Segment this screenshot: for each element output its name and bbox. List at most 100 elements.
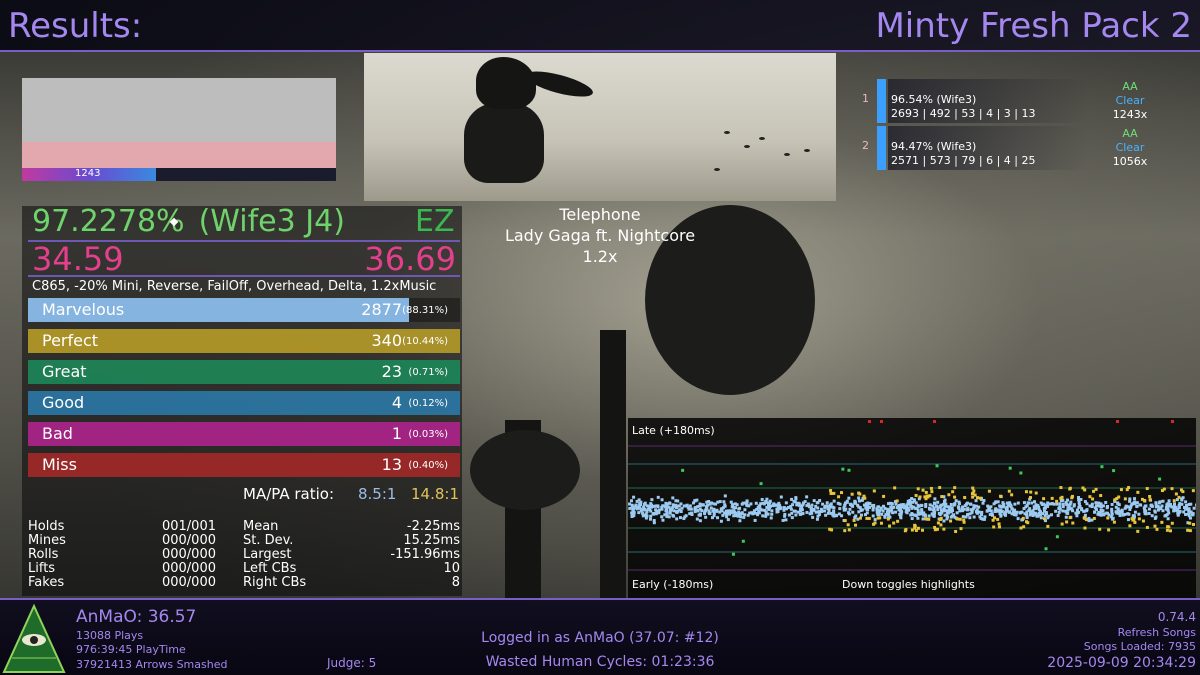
offset-point [949, 515, 953, 519]
offset-point [765, 501, 769, 505]
offset-point [1162, 487, 1166, 491]
offset-point [963, 504, 967, 508]
offset-point [731, 509, 735, 513]
offset-point [825, 501, 829, 505]
offset-point [1061, 505, 1065, 509]
judgment-count: 13 [381, 455, 402, 474]
offset-point [743, 508, 747, 512]
offset-point [1046, 501, 1050, 505]
offset-point [649, 502, 653, 506]
offset-point [760, 498, 764, 502]
offset-point [993, 516, 997, 520]
offset-point [698, 513, 702, 517]
telephone-mouthpiece [470, 430, 580, 510]
offset-point [997, 525, 1001, 529]
offset-point [637, 506, 641, 510]
stat-label: Mines [28, 533, 66, 548]
offset-point [661, 504, 665, 508]
banner-bird [744, 145, 750, 148]
offset-point [962, 520, 966, 524]
offset-point [710, 516, 714, 520]
offset-point [918, 512, 922, 516]
offset-point [815, 517, 819, 521]
offset-point [1116, 508, 1120, 512]
offset-point [718, 500, 722, 504]
offset-point [761, 514, 765, 518]
offset-point [1116, 501, 1120, 505]
offset-point [1059, 486, 1063, 490]
offset-plot-graphic [628, 420, 1199, 571]
offset-point [1123, 506, 1127, 510]
offset-point [959, 527, 963, 531]
offset-point [1019, 526, 1023, 530]
offset-point [928, 507, 932, 511]
offset-point [671, 513, 675, 517]
avatar[interactable] [2, 604, 66, 674]
offset-point [886, 502, 890, 506]
offset-point [1040, 502, 1044, 506]
offset-point [1027, 508, 1031, 512]
offset-point [794, 496, 798, 500]
offset-point [703, 510, 707, 514]
judgment-row-bad: Bad 1 (0.03%) [28, 422, 460, 446]
judge-level: Judge: 5 [327, 656, 377, 670]
offset-point [1167, 499, 1171, 503]
refresh-songs-button[interactable]: Refresh Songs [1118, 626, 1196, 639]
offset-point [1025, 513, 1029, 517]
offset-point [668, 511, 672, 515]
offset-point [736, 513, 740, 517]
offset-point [871, 514, 875, 518]
offset-point [840, 514, 844, 518]
offset-point [920, 508, 924, 512]
offset-point [674, 506, 678, 510]
score-percent: 96.54% (Wife3) [891, 93, 977, 106]
offset-point [668, 509, 672, 513]
offset-point [859, 508, 863, 512]
offset-point [681, 468, 685, 472]
offset-point [1191, 522, 1195, 526]
offset-point [740, 502, 744, 506]
offset-plot[interactable]: Late (+180ms) Early (-180ms) Down toggle… [628, 418, 1199, 598]
offset-point [776, 509, 780, 513]
offset-point [1128, 499, 1132, 503]
ssr-rating: 36.69 [364, 240, 456, 278]
offset-point [1068, 506, 1072, 510]
offset-point [1042, 497, 1046, 501]
offset-point [1042, 506, 1046, 510]
offset-point [932, 511, 936, 515]
score-entry[interactable]: 1 96.54% (Wife3) 2693 | 492 | 53 | 4 | 3… [862, 79, 1162, 123]
offset-point [997, 522, 1001, 526]
offset-point [894, 510, 898, 514]
offset-point [841, 467, 845, 471]
offset-point [712, 507, 716, 511]
offset-point [1055, 499, 1059, 503]
offset-point [1101, 504, 1105, 508]
offset-point [832, 514, 836, 518]
offset-point [735, 503, 739, 507]
offset-point [1099, 494, 1103, 498]
offset-point [784, 501, 788, 505]
offset-point [730, 505, 734, 509]
offset-point [1029, 490, 1033, 494]
offset-point [1077, 505, 1081, 509]
score-clear-type: Clear [1115, 94, 1145, 107]
offset-point [953, 495, 957, 499]
score-entry[interactable]: 2 94.47% (Wife3) 2571 | 573 | 79 | 6 | 4… [862, 126, 1162, 170]
offset-point [739, 515, 743, 519]
offset-point [912, 498, 916, 502]
offset-point [999, 505, 1003, 509]
score-rate: 1056x [1112, 155, 1148, 168]
offset-point [930, 490, 934, 494]
offset-point [924, 490, 928, 494]
offset-point [851, 510, 855, 514]
stat-value: -2.25ms [406, 519, 460, 534]
score-clear-strip [877, 126, 886, 170]
offset-point [665, 508, 669, 512]
offset-point [865, 516, 869, 520]
offset-point [1077, 510, 1081, 514]
offset-point [843, 529, 847, 533]
offset-point [935, 464, 939, 468]
offset-point [1049, 513, 1053, 517]
offset-point [693, 510, 697, 514]
offset-point [1008, 466, 1012, 470]
